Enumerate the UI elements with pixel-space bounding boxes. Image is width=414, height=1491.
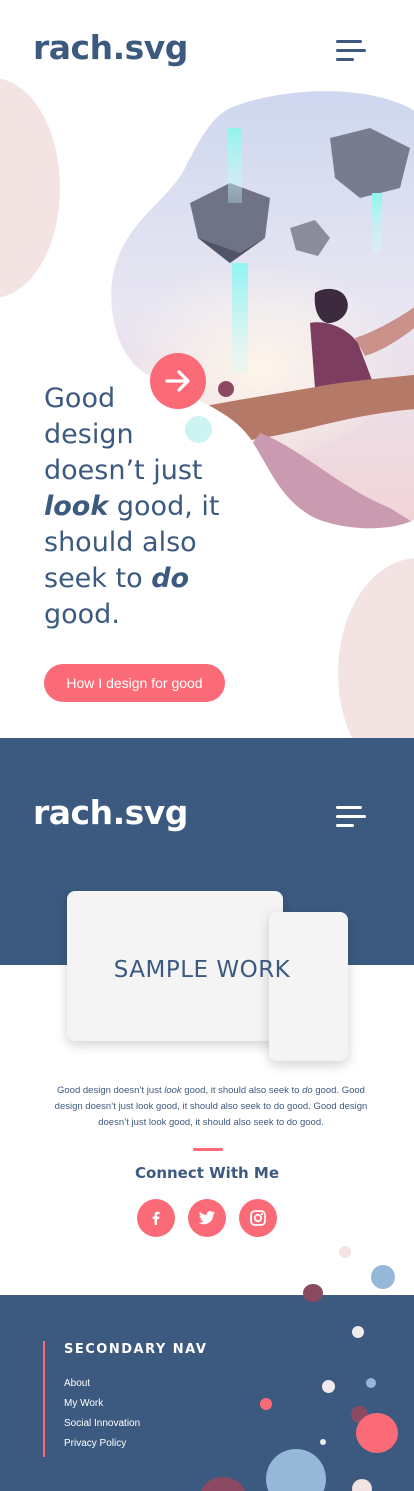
decorative-bubble [366, 1378, 376, 1388]
sample-work-label: SAMPLE WORK [113, 957, 291, 983]
emphasis-do: do [151, 563, 190, 594]
twitter-button[interactable] [188, 1199, 226, 1237]
decorative-blob [0, 78, 60, 298]
decorative-bubble [371, 1265, 395, 1289]
hero-headline: Good design doesn’t just look good, it s… [44, 381, 234, 633]
decorative-bubble [260, 1398, 272, 1410]
para-text: good, it should also seek to [181, 1085, 303, 1096]
footer [0, 1295, 414, 1491]
design-for-good-button[interactable]: How I design for good [44, 664, 225, 702]
hamburger-menu-icon[interactable] [336, 40, 366, 62]
footer-accent-line [43, 1341, 45, 1457]
instagram-button[interactable] [239, 1199, 277, 1237]
decorative-bubble [356, 1413, 398, 1453]
footer-title: SECONDARY NAV [64, 1342, 208, 1357]
site-logo[interactable]: rach.svg [33, 28, 188, 67]
para-text: Good design doesn’t just [57, 1085, 165, 1096]
headline-line: should also [44, 527, 197, 558]
footer-link-social-innovation[interactable]: Social Innovation [64, 1418, 140, 1429]
decorative-bubble [320, 1439, 326, 1445]
headline-text: seek to [44, 563, 152, 594]
twitter-icon [198, 1211, 215, 1225]
headline-line: seek to do [44, 561, 234, 597]
decorative-bubble [339, 1246, 351, 1258]
headline-line: doesn’t just [44, 455, 203, 486]
headline-line: design [44, 419, 134, 450]
headline-line: good. [44, 599, 120, 630]
headline-line: look good, it [44, 489, 234, 525]
section-divider [193, 1148, 223, 1151]
para-emphasis: look [164, 1085, 182, 1096]
hamburger-menu-icon[interactable] [336, 806, 366, 828]
para-emphasis: do [302, 1085, 313, 1096]
decorative-bubble [322, 1380, 335, 1393]
headline-line: Good [44, 383, 116, 414]
decorative-bubble [303, 1284, 323, 1302]
footer-link-privacy-policy[interactable]: Privacy Policy [64, 1438, 126, 1449]
work-description: Good design doesn’t just look good, it s… [48, 1083, 374, 1131]
emphasis-look: look [44, 491, 109, 522]
instagram-icon [250, 1210, 266, 1226]
sample-work-mobile-card[interactable] [269, 912, 348, 1061]
footer-link-about[interactable]: About [64, 1378, 90, 1389]
connect-title: Connect With Me [135, 1164, 279, 1182]
facebook-button[interactable] [137, 1199, 175, 1237]
headline-text: good, it [108, 491, 220, 522]
hero-section: rach.svg Good design doesn’t just look g… [0, 0, 414, 738]
footer-link-my-work[interactable]: My Work [64, 1398, 103, 1409]
decorative-blob [338, 558, 414, 738]
site-logo-light[interactable]: rach.svg [33, 793, 188, 832]
decorative-bubble [352, 1326, 364, 1338]
facebook-icon [152, 1211, 160, 1225]
